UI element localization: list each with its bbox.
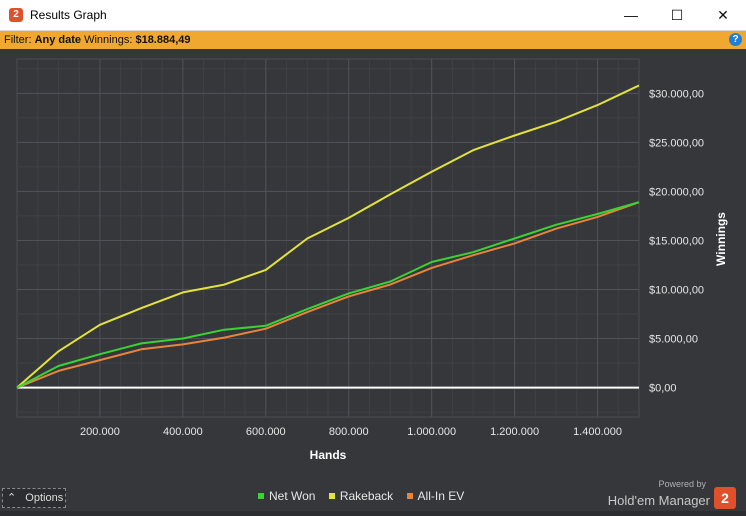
y-tick-label: $10.000,00	[649, 284, 704, 296]
y-tick-label: $25.000,00	[649, 137, 704, 149]
minimize-button[interactable]: —	[608, 0, 654, 31]
x-axis-label: Hands	[310, 448, 347, 462]
brand-name: Hold'em Manager	[607, 492, 710, 508]
y-axis-ticks: $0,00 $5.000,00 $10.000,00 $15.000,00 $20.00…	[649, 88, 704, 394]
filter-bar: Filter: Any date Winnings: $18.884,49 ?	[0, 31, 746, 49]
x-tick-label: 600.000	[246, 426, 286, 438]
filter-label: Filter:	[4, 34, 32, 46]
title-bar: 2 Results Graph — ☐ ✕	[0, 0, 746, 31]
y-tick-label: $30.000,00	[649, 88, 704, 100]
results-chart: 200.000 400.000 600.000 800.000 1.000.000 1.2…	[16, 58, 728, 462]
chart-legend: Net Won Rakeback All-In EV	[258, 489, 474, 503]
winnings-label: Winnings:	[84, 34, 133, 46]
legend-swatch-allin-ev	[406, 492, 413, 499]
y-tick-label: $0,00	[649, 383, 677, 395]
powered-by-text: Powered by	[658, 479, 706, 489]
close-button[interactable]: ✕	[700, 0, 746, 31]
x-tick-label: 200.000	[80, 426, 120, 438]
y-axis-label: Winnings	[714, 212, 728, 266]
x-axis-ticks: 200.000 400.000 600.000 800.000 1.000.000 1.2…	[80, 426, 622, 438]
y-tick-label: $5.000,00	[649, 334, 698, 346]
legend-item-allin-ev[interactable]: All-In EV	[406, 489, 465, 503]
app-logo-icon: 2	[9, 8, 23, 22]
x-tick-label: 800.000	[329, 426, 369, 438]
legend-item-rakeback[interactable]: Rakeback	[328, 489, 394, 503]
x-tick-label: 1.000.000	[407, 426, 456, 438]
brand-logo-icon: 2	[714, 487, 736, 509]
x-tick-label: 1.400.000	[573, 426, 622, 438]
legend-swatch-net-won	[258, 492, 264, 499]
brand-block: Powered by Hold'em Manager 2	[608, 479, 736, 509]
y-tick-label: $20.000,00	[649, 186, 704, 198]
chevron-up-icon: ⌃	[7, 492, 17, 504]
legend-label: Rakeback	[339, 489, 394, 503]
options-button[interactable]: ⌃ Options	[2, 488, 66, 508]
maximize-button[interactable]: ☐	[654, 0, 700, 31]
filter-value[interactable]: Any date	[35, 34, 81, 46]
help-icon[interactable]: ?	[729, 33, 742, 46]
legend-label: Net Won	[269, 489, 316, 503]
window-title: Results Graph	[30, 8, 107, 22]
options-label: Options	[25, 492, 64, 504]
results-graph-panel: 200.000 400.000 600.000 800.000 1.000.000 1.2…	[0, 49, 746, 511]
winnings-value: $18.884,49	[135, 34, 191, 46]
legend-swatch-rakeback	[328, 492, 335, 499]
legend-item-net-won[interactable]: Net Won	[258, 489, 315, 503]
x-tick-label: 400.000	[163, 426, 203, 438]
legend-label: All-In EV	[417, 489, 465, 503]
x-tick-label: 1.200.000	[490, 426, 539, 438]
y-tick-label: $15.000,00	[649, 235, 704, 247]
